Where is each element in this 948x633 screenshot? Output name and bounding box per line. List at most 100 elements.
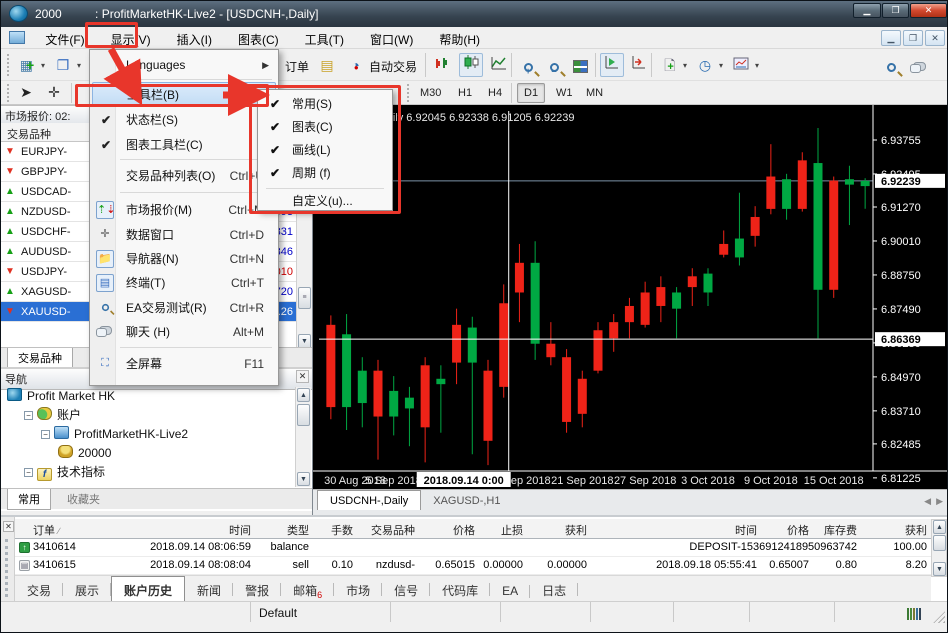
chart-tab-scroll-icons[interactable]: ◀ ▶ [924,496,943,507]
scrollbar-thumb[interactable]: ≡ [298,287,311,309]
period-button-w1[interactable]: W1 [549,83,580,103]
zoom-in-icon[interactable] [516,53,540,77]
scrollbar-up-icon[interactable]: ▲ [933,520,946,534]
navigator-close-icon[interactable]: ✕ [296,370,309,383]
view-menu-item[interactable]: ⛶全屏幕F11 [92,352,276,376]
terminal-column-header[interactable]: 价格 [757,522,809,538]
terminal-tab-交易[interactable]: 交易 [15,576,63,604]
tree-collapse-icon[interactable]: − [24,411,33,420]
tree-collapse-icon[interactable]: − [41,430,50,439]
menubar-item-5[interactable]: 工具(T) [292,27,357,49]
terminal-grip[interactable] [5,539,8,597]
view-menu-item[interactable]: 📁导航器(N)Ctrl+N [92,247,276,271]
search-icon[interactable] [879,53,903,77]
view-menu-item[interactable]: ✛数据窗口Ctrl+D [92,223,276,247]
terminal-column-header[interactable]: 止损 [475,522,523,538]
chart-shift-icon[interactable] [600,53,624,77]
scrollbar-thumb[interactable] [297,404,310,426]
tile-windows-icon[interactable] [568,53,592,77]
cursor-icon[interactable]: ➤ [15,82,37,103]
navigator-tab-common[interactable]: 常用 [7,489,51,510]
terminal-column-header[interactable]: 时间 [589,522,757,538]
indicators-icon[interactable]: 🗋+ [657,53,681,77]
chart-window-icon[interactable] [9,31,25,44]
terminal-tab-账户历史[interactable]: 账户历史 [111,576,185,604]
restore-button[interactable]: ❐ [882,3,909,18]
new-order-label[interactable]: 订单 [285,58,309,75]
periods-clock-icon[interactable]: ◷ [693,53,717,77]
terminal-column-header[interactable]: 库存费 [809,522,857,538]
templates-dropdown-icon[interactable]: ▾ [755,61,759,70]
scrollbar-up-icon[interactable]: ▲ [297,388,310,402]
menubar-item-6[interactable]: 窗口(W) [357,27,426,49]
bar-chart-icon[interactable] [431,53,455,77]
navigator-tab-favorites[interactable]: 收藏夹 [57,489,110,509]
periods-dropdown-icon[interactable]: ▾ [719,61,723,70]
candlestick-chart-icon[interactable] [459,53,483,77]
terminal-close-icon[interactable]: ✕ [3,521,14,532]
terminal-column-header[interactable]: 获利 [523,522,587,538]
toolbar-grip[interactable] [407,84,411,102]
chat-icon[interactable] [907,53,931,77]
nav-tree-item[interactable]: −ProfitMarketHK-Live2 [3,425,295,444]
nav-tree-item[interactable]: −账户 [3,406,295,425]
tab-symbols[interactable]: 交易品种 [7,348,73,369]
view-menu-item[interactable]: EA交易测试(R)Ctrl+R [92,296,276,320]
terminal-tab-邮箱[interactable]: 邮箱6 [281,576,334,604]
terminal-tab-警报[interactable]: 警报 [233,576,281,604]
terminal-tab-信号[interactable]: 信号 [382,576,430,604]
terminal-column-header[interactable]: 类型 [251,522,309,538]
terminal-column-header[interactable]: 时间 [125,522,251,538]
mdi-minimize-button[interactable]: ▁ [881,30,901,46]
view-menu-item[interactable]: Languages▶ [92,53,276,77]
terminal-column-header[interactable]: 获利 [857,522,927,538]
terminal-tab-新闻[interactable]: 新闻 [185,576,233,604]
notepad-icon[interactable]: ▤ [315,53,339,77]
terminal-column-header[interactable]: 价格 [415,522,475,538]
terminal-table-header[interactable]: 订单 ∕时间类型手数交易品种价格止损获利时间价格库存费获利 [15,519,931,539]
terminal-column-header[interactable]: 交易品种 [353,522,415,538]
chart-tab-usdcnh[interactable]: USDCNH-,Daily [317,490,421,510]
new-chart-icon[interactable]: ▦+ [15,53,39,77]
new-chart-dropdown-icon[interactable]: ▾ [41,61,45,70]
period-button-h4[interactable]: H4 [481,83,509,103]
mdi-restore-button[interactable]: ❐ [903,30,923,46]
line-chart-icon[interactable] [487,53,511,77]
period-button-d1[interactable]: D1 [517,83,545,103]
period-button-m30[interactable]: M30 [413,83,448,103]
auto-scroll-icon[interactable] [627,53,651,77]
nav-tree-item[interactable]: 20000 [3,444,295,463]
terminal-tab-展示[interactable]: 展示 [63,576,111,604]
terminal-scrollbar[interactable]: ▲ ▼ [931,519,947,577]
templates-icon[interactable] [729,53,753,77]
chart-tab-xagusd[interactable]: XAGUSD-,H1 [421,491,512,510]
status-profile[interactable]: Default [251,602,391,622]
terminal-row[interactable]: ▤34106152018.09.14 08:08:04sell0.10nzdus… [15,557,931,575]
menubar-item-4[interactable]: 图表(C) [225,27,292,49]
terminal-column-header[interactable]: 手数 [309,522,353,538]
view-menu-item[interactable]: ▤终端(T)Ctrl+T [92,271,276,295]
scrollbar-down-icon[interactable]: ▼ [933,562,946,576]
toolbar-grip[interactable] [7,54,11,76]
crosshair-icon[interactable]: ✛ [43,82,65,103]
nav-tree-item[interactable]: Profit Market HK [3,387,295,406]
minimize-button[interactable]: ▁ [853,3,881,18]
tree-collapse-icon[interactable]: − [24,468,33,477]
profiles-icon[interactable]: ❐ [51,53,75,77]
period-button-mn[interactable]: MN [579,83,610,103]
navigator-scrollbar[interactable]: ▲ ▼ [295,387,311,487]
terminal-column-header[interactable]: 订单 ∕ [33,522,125,538]
view-menu-item[interactable]: 聊天 (H)Alt+M [92,320,276,344]
period-button-h1[interactable]: H1 [451,83,479,103]
mdi-close-button[interactable]: ✕ [925,30,945,46]
terminal-tab-代码库[interactable]: 代码库 [430,576,490,604]
terminal-row[interactable]: ↑34106142018.09.14 08:06:59balanceDEPOSI… [15,539,931,557]
toolbar-grip[interactable] [7,84,11,102]
close-button[interactable]: ✕ [910,3,947,18]
scrollbar-down-icon[interactable]: ▼ [297,472,310,486]
indicators-dropdown-icon[interactable]: ▾ [683,61,687,70]
zoom-out-icon[interactable] [542,53,566,77]
terminal-tab-日志[interactable]: 日志 [530,576,578,604]
scrollbar-thumb[interactable] [933,535,946,551]
autotrading-label[interactable]: 自动交易 [369,58,417,75]
